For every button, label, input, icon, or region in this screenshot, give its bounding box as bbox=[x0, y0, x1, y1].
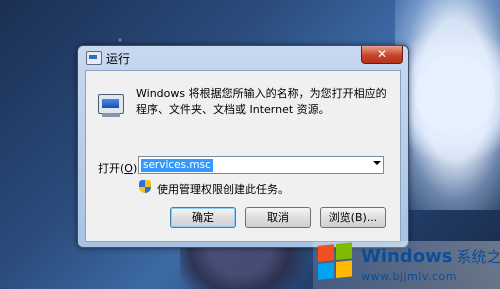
watermark-title: Windows系统之家 bbox=[361, 246, 500, 267]
ok-button[interactable]: 确定 bbox=[170, 207, 236, 228]
title-bar[interactable]: 运行 ✕ bbox=[78, 46, 408, 70]
site-watermark: Windows系统之家 www.bjjmlv.com bbox=[313, 241, 500, 289]
watermark-url: www.bjjmlv.com bbox=[361, 270, 457, 283]
dialog-title: 运行 bbox=[106, 52, 131, 66]
moon-glow bbox=[395, 0, 500, 210]
browse-button[interactable]: 浏览(B)... bbox=[320, 207, 386, 228]
run-dialog: 运行 ✕ Windows 将根据您所输入的名称，为您打开相应的程序、文件夹、文档… bbox=[77, 45, 409, 248]
command-input[interactable]: services.msc bbox=[138, 156, 384, 174]
run-program-icon bbox=[96, 93, 126, 119]
open-label: 打开(O): bbox=[98, 162, 141, 175]
uac-shield-icon bbox=[139, 180, 151, 194]
run-window-icon bbox=[86, 51, 102, 65]
chevron-down-icon[interactable] bbox=[373, 161, 381, 165]
admin-note: 使用管理权限创建此任务。 bbox=[157, 183, 289, 196]
command-input-value: services.msc bbox=[141, 159, 213, 172]
windows-logo-icon bbox=[318, 242, 354, 282]
dialog-body: Windows 将根据您所输入的名称，为您打开相应的程序、文件夹、文档或 Int… bbox=[85, 70, 401, 242]
close-button[interactable]: ✕ bbox=[361, 46, 403, 64]
dialog-description: Windows 将根据您所输入的名称，为您打开相应的程序、文件夹、文档或 Int… bbox=[136, 87, 387, 116]
cancel-button[interactable]: 取消 bbox=[245, 207, 311, 228]
